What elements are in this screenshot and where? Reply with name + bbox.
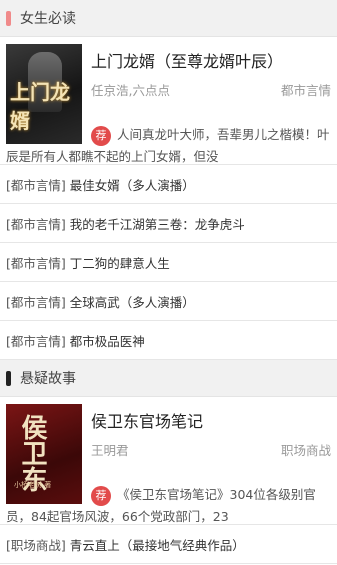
book-category[interactable]: 都市言情 [281,80,331,99]
section-title: 悬疑故事 [20,371,76,387]
featured-book[interactable]: 侯卫东 小桥老树 著 侯卫东官场笔记 王明君 职场商战 荐《侯卫东官场笔记》30… [0,397,337,525]
list-item[interactable]: [都市言情] 全球高武（多人演播） [0,282,337,321]
list-item-title: 全球高武（多人演播） [69,294,195,310]
list-item-category: [职场商战] [6,537,66,553]
section-header-girls: 女生必读 [0,0,337,37]
book-description: 荐《侯卫东官场笔记》304位各级别官员，84起官场风波，66个党政部门，23 [6,484,333,528]
section-marker [6,370,11,386]
book-title[interactable]: 侯卫东官场笔记 [91,408,331,432]
list-item[interactable]: [都市言情] 最佳女婿（多人演播） [0,165,337,204]
list-item-category: [都市言情] [6,216,66,232]
description-text: 人间真龙叶大师，吾辈男儿之楷模！叶辰是所有人都瞧不起的上门女婿，但没 [6,127,330,164]
book-category[interactable]: 职场商战 [281,440,331,459]
list-item-category: [都市言情] [6,177,66,193]
description-text: 《侯卫东官场笔记》304位各级别官员，84起官场风波，66个党政部门，23 [6,487,316,524]
list-item-title: 丁二狗的肆意人生 [69,255,170,271]
recommend-badge: 荐 [91,125,111,146]
list-item[interactable]: [都市言情] 都市极品医神 [0,321,337,360]
list-item-title: 我的老千江湖第三卷：龙争虎斗 [69,216,245,232]
list-item-title: 都市极品医神 [69,333,145,349]
list-item-category: [都市言情] [6,294,66,310]
list-item[interactable]: [都市言情] 我的老千江湖第三卷：龙争虎斗 [0,204,337,243]
section-header-mystery: 悬疑故事 [0,360,337,397]
book-author: 王明君 [91,443,129,458]
list-item-category: [都市言情] [6,255,66,271]
list-item-title: 青云直上（最接地气经典作品） [69,537,245,553]
featured-book[interactable]: 上门龙婿 上门龙婿（至尊龙婿叶辰） 任京浩,六点点 都市言情 荐人间真龙叶大师，… [0,37,337,165]
list-item-category: [都市言情] [6,333,66,349]
book-title[interactable]: 上门龙婿（至尊龙婿叶辰） [91,48,331,72]
list-item[interactable]: [职场商战] 青云直上（最接地气经典作品） [0,525,337,564]
section-title: 女生必读 [20,11,76,27]
book-description: 荐人间真龙叶大师，吾辈男儿之楷模！叶辰是所有人都瞧不起的上门女婿，但没 [6,124,333,168]
recommend-badge: 荐 [91,485,111,506]
list-item-title: 最佳女婿（多人演播） [69,177,195,193]
book-author: 任京浩,六点点 [91,83,170,98]
list-item[interactable]: [都市言情] 丁二狗的肆意人生 [0,243,337,282]
section-marker [6,10,11,26]
